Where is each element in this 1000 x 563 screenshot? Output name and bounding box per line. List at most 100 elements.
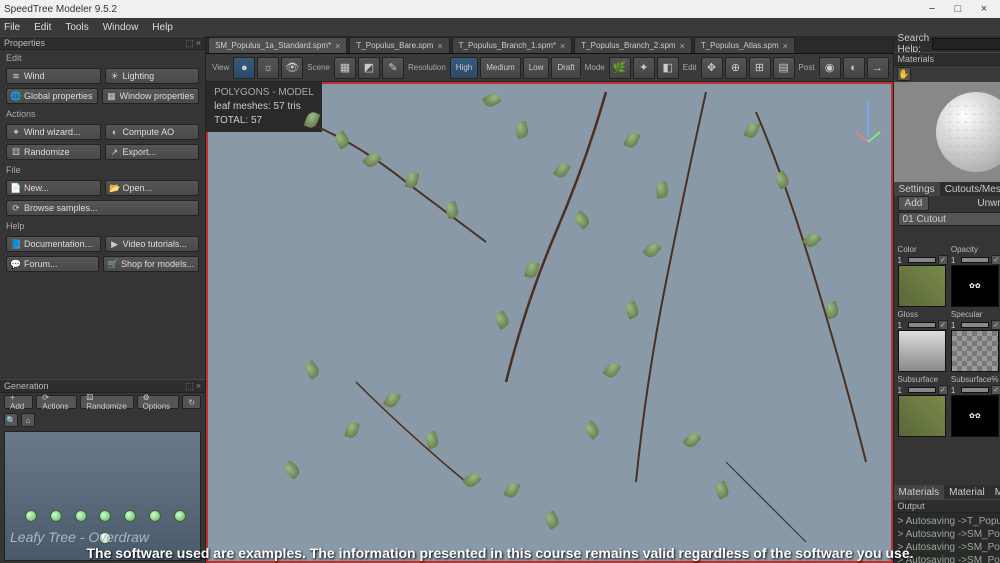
compute-ao-button[interactable]: ◐Compute AO [105,124,200,140]
lighting-icon: ☀ [110,71,120,81]
shop-button[interactable]: 🛒Shop for models... [103,256,199,272]
randomize-button[interactable]: ⚄Randomize [6,144,101,160]
unwrap-label: Unwrap [977,198,1000,209]
output-header: Output ⬚× [894,499,1000,513]
gen-randomize-button[interactable]: ⚄ Randomize [80,395,133,409]
mode-2[interactable]: ✦ [633,57,655,79]
close-panel-icon[interactable]: × [196,38,201,49]
overlay-label: Leafy Tree - Overdraw [10,529,149,545]
forum-icon: 💬 [11,259,21,269]
gen-home-button[interactable]: ⌂ [21,413,35,427]
tab-0[interactable]: SM_Populus_1a_Standard.spm*× [208,37,347,53]
generation-header: Generation ⬚× [0,379,205,393]
browse-samples-button[interactable]: ⟳Browse samples... [6,200,199,216]
dice-icon: ⚄ [11,147,21,157]
open-icon: 📂 [110,183,120,193]
minimize-icon[interactable]: − [920,2,944,16]
lighting-button[interactable]: ☀Lighting [105,68,200,84]
docs-button[interactable]: 📘Documentation... [6,236,101,252]
wind-button[interactable]: ≋Wind [6,68,101,84]
compute-icon: ◐ [110,127,120,137]
material-preview[interactable] [894,82,1000,182]
maximize-icon[interactable]: □ [946,2,970,16]
gen-options-button[interactable]: ⚙ Options [137,395,180,409]
btab-matsets[interactable]: Material Sets [944,485,990,499]
btab-materials[interactable]: Materials [894,485,945,499]
global-props-button[interactable]: 🌐Global properties [6,88,98,104]
tab-3[interactable]: T_Populus_Branch_2.spm× [574,37,692,53]
view-gizmo[interactable] [853,92,883,152]
gen-add-button[interactable]: + Add [4,395,33,409]
menu-tools[interactable]: Tools [65,22,88,33]
export-button[interactable]: ↗Export... [105,144,200,160]
titlebar: SpeedTree Modeler 9.5.2 − □ × [0,0,1000,18]
browse-icon: ⟳ [11,203,21,213]
menu-help[interactable]: Help [152,22,173,33]
mat-add-button[interactable]: Add [898,196,930,211]
forum-button[interactable]: 💬Forum... [6,256,99,272]
window-props-button[interactable]: ▦Window properties [102,88,200,104]
pin-icon[interactable]: ⬚ [185,38,194,49]
menu-file[interactable]: File [4,22,20,33]
viewport-toolbar: View ● ☼ 👁 Scene ▦ ◩ ✎ Resolution High M… [206,54,892,82]
post-1[interactable]: ◉ [819,57,841,79]
close-panel-icon[interactable]: × [196,381,201,392]
gloss-thumb[interactable] [898,330,946,372]
post-3[interactable]: → [867,57,889,79]
tab-close-icon[interactable]: × [437,41,442,51]
pin-icon[interactable]: ⬚ [185,381,194,392]
close-icon[interactable]: × [972,2,996,16]
subsurface-thumb[interactable] [898,395,946,437]
tab-4[interactable]: T_Populus_Atlas.spm× [694,37,795,53]
menu-edit[interactable]: Edit [34,22,51,33]
view-eye-button[interactable]: 👁 [281,57,303,79]
open-button[interactable]: 📂Open... [105,180,200,196]
specular-thumb[interactable] [951,330,999,372]
mat-tab-cutouts[interactable]: Cutouts/Meshes [940,182,1000,196]
globe-icon: 🌐 [11,91,21,101]
tab-1[interactable]: T_Populus_Bare.spm× [349,37,449,53]
mat-hand-icon[interactable]: ✋ [897,67,911,81]
res-medium[interactable]: Medium [480,57,520,79]
menu-window[interactable]: Window [103,22,139,33]
new-button[interactable]: 📄New... [6,180,101,196]
wizard-icon: ✦ [11,127,21,137]
tab-close-icon[interactable]: × [560,41,565,51]
mode-3[interactable]: ◧ [657,57,679,79]
tab-2[interactable]: T_Populus_Branch_1.spm*× [452,37,573,53]
gen-zoom-button[interactable]: 🔍 [4,413,18,427]
opacity-thumb[interactable]: ✿✿ [951,265,999,307]
edit-4[interactable]: ▤ [773,57,795,79]
color-thumb[interactable] [898,265,946,307]
gen-actions-button[interactable]: ⟳ Actions [36,395,77,409]
view-light-button[interactable]: ☼ [257,57,279,79]
window-icon: ▦ [107,91,117,101]
cutout-dropdown[interactable]: 01 Cutout▾ [898,212,1000,226]
view-sphere-button[interactable]: ● [233,57,255,79]
properties-header: Properties ⬚× [0,36,205,50]
mode-1[interactable]: 🌿 [609,57,631,79]
scene-3-button[interactable]: ✎ [382,57,404,79]
btab-meshes[interactable]: Meshes [990,485,1000,499]
mat-tab-settings[interactable]: Settings [894,182,940,196]
tab-close-icon[interactable]: × [335,41,340,51]
res-draft[interactable]: Draft [551,57,580,79]
edit-2[interactable]: ⊕ [725,57,747,79]
subsurface-pct-thumb[interactable]: ✿✿ [951,395,999,437]
edit-3[interactable]: ⊞ [749,57,771,79]
gen-refresh-button[interactable]: ↻ [182,395,201,409]
post-2[interactable]: ◐ [843,57,865,79]
res-low[interactable]: Low [523,57,550,79]
tab-close-icon[interactable]: × [783,41,788,51]
edit-1[interactable]: ✥ [701,57,723,79]
search-input[interactable] [932,38,1000,50]
viewport[interactable]: POLYGONS - MODEL leaf meshes: 57 tris TO… [206,82,892,563]
scene-2-button[interactable]: ◩ [358,57,380,79]
edit-section: Edit [0,50,205,66]
res-high[interactable]: High [450,57,478,79]
scene-1-button[interactable]: ▦ [334,57,356,79]
wind-wizard-button[interactable]: ✦Wind wizard... [6,124,101,140]
tab-close-icon[interactable]: × [680,41,685,51]
videos-button[interactable]: ▶Video tutorials... [105,236,200,252]
menubar: File Edit Tools Window Help [0,18,1000,36]
